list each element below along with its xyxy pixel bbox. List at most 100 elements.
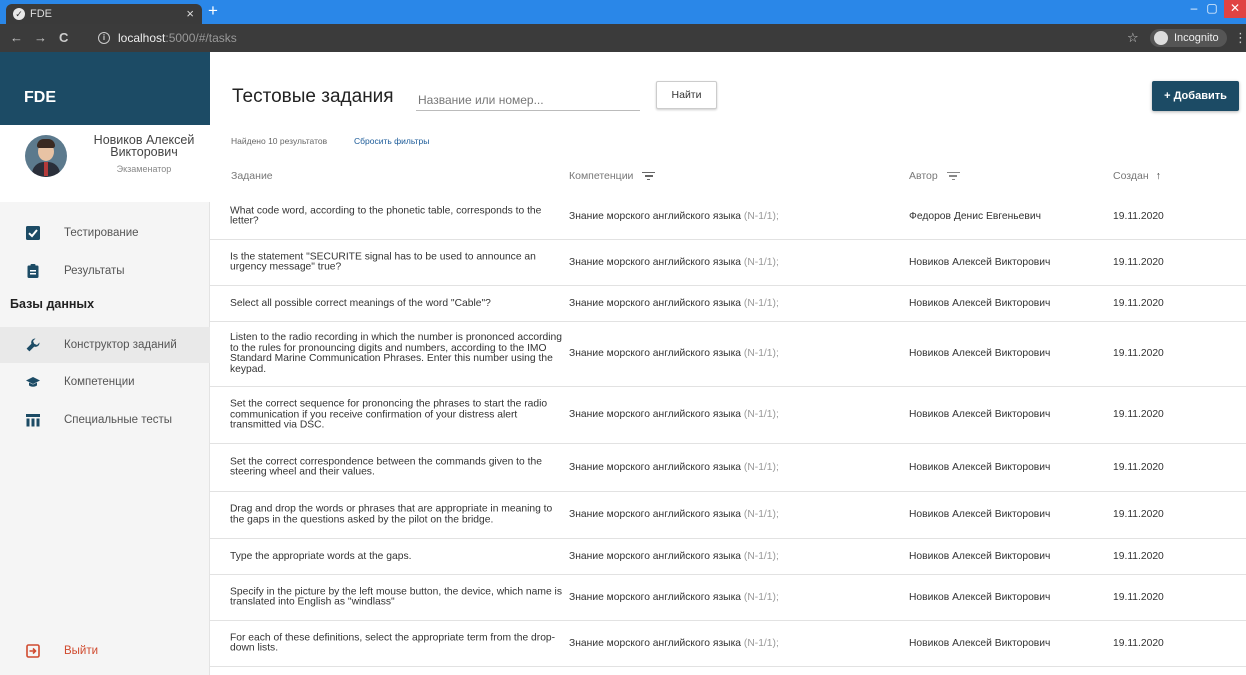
table-icon (26, 414, 40, 427)
tab-close-icon[interactable]: × (186, 4, 194, 24)
author-cell: Новиков Алексей Викторович (909, 508, 1051, 520)
competence-code: (N-1/1); (743, 408, 779, 420)
add-button[interactable]: + Добавить (1152, 81, 1239, 111)
column-header-label: Задание (231, 170, 273, 182)
competence-name: Знание морского английского языка (569, 408, 742, 420)
competence-code: (N-1/1); (743, 550, 779, 562)
competence-code: (N-1/1); (743, 297, 779, 309)
task-cell: Specify in the picture by the left mouse… (230, 586, 562, 608)
table-row[interactable]: For each of these definitions, select th… (210, 621, 1246, 667)
reload-icon[interactable]: C (59, 24, 68, 52)
kebab-menu-icon[interactable]: ⋮ (1234, 24, 1246, 52)
author-cell: Новиков Алексей Викторович (909, 256, 1051, 268)
filter-icon[interactable] (642, 171, 656, 181)
sidebar-item-task-constructor[interactable]: Конструктор заданий (0, 327, 210, 363)
sidebar-item-testing[interactable]: Тестирование (0, 215, 210, 251)
author-cell: Новиков Алексей Викторович (909, 637, 1051, 649)
sidebar: FDE Новиков Алексей Викторович Экзаменат… (0, 52, 210, 675)
column-header-label: Автор (909, 170, 938, 182)
date-cell: 19.11.2020 (1113, 347, 1164, 359)
competence-code: (N-1/1); (743, 637, 779, 649)
competence-code: (N-1/1); (743, 508, 779, 520)
table-row[interactable]: Specify in the picture by the left mouse… (210, 575, 1246, 621)
column-header-task[interactable]: Задание (231, 170, 273, 182)
avatar (25, 135, 67, 177)
competence-name: Знание морского английского языка (569, 297, 742, 309)
competence-name: Знание морского английского языка (569, 591, 742, 603)
sidebar-item-results[interactable]: Результаты (0, 253, 210, 289)
competence-name: Знание морского английского языка (569, 550, 742, 562)
table-row[interactable]: Set the correct sequence for prononcing … (210, 387, 1246, 444)
table-row[interactable]: Select all possible correct meanings of … (210, 286, 1246, 322)
sidebar-item-competencies[interactable]: Компетенции (0, 364, 210, 400)
browser-tab[interactable]: ✓ FDE × (6, 4, 202, 24)
competence-cell: Знание морского английского языка (N-1/1… (569, 298, 899, 309)
sidebar-item-label: Компетенции (64, 376, 135, 388)
competence-code: (N-1/1); (743, 347, 779, 359)
info-icon[interactable]: i (98, 32, 110, 44)
competence-cell: Знание морского английского языка (N-1/1… (569, 551, 899, 562)
competence-code: (N-1/1); (743, 591, 779, 603)
user-name: Новиков Алексей Викторович (93, 133, 195, 159)
task-cell: Is the statement "SECURITE signal has to… (230, 251, 536, 273)
new-tab-icon[interactable]: + (208, 1, 218, 21)
date-cell: 19.11.2020 (1113, 256, 1164, 268)
sidebar-item-special-tests[interactable]: Специальные тесты (0, 402, 210, 438)
section-title-databases: Базы данных (10, 297, 95, 311)
incognito-badge[interactable]: Incognito (1150, 29, 1227, 47)
table-row[interactable]: What code word, according to the phoneti… (210, 194, 1246, 240)
brand-logo[interactable]: FDE (0, 52, 210, 125)
search-input[interactable] (416, 89, 640, 111)
column-header-label: Компетенции (569, 170, 634, 182)
sidebar-item-label: Тестирование (64, 227, 139, 239)
back-icon[interactable]: ← (10, 24, 23, 52)
competence-name: Знание морского английского языка (569, 461, 742, 473)
forward-icon[interactable]: → (34, 24, 47, 52)
competence-code: (N-1/1); (743, 256, 779, 268)
competence-code: (N-1/1); (743, 210, 779, 222)
url-path: :5000/#/tasks (165, 31, 237, 45)
table-row[interactable]: Set the correct correspondence between t… (210, 444, 1246, 492)
bookmark-star-icon[interactable]: ☆ (1127, 24, 1139, 52)
author-cell: Новиков Алексей Викторович (909, 347, 1051, 359)
task-cell: Listen to the radio recording in which t… (230, 332, 562, 375)
column-header-author[interactable]: Автор (909, 170, 960, 182)
task-cell: Select all possible correct meanings of … (230, 297, 491, 309)
wrench-icon (26, 338, 40, 352)
check-circle-icon: ✓ (13, 8, 25, 20)
date-cell: 19.11.2020 (1113, 297, 1164, 309)
url-field[interactable]: localhost:5000/#/tasks (118, 24, 237, 52)
page-header: Тестовые задания Найти + Добавить (210, 52, 1246, 125)
competence-name: Знание морского английского языка (569, 508, 742, 520)
browser-tabbar: ✓ FDE × + – ▢ ✕ (0, 0, 1246, 24)
maximize-icon[interactable]: ▢ (1204, 0, 1220, 18)
logout-label: Выйти (64, 645, 99, 657)
find-button[interactable]: Найти (656, 81, 717, 109)
page-title: Тестовые задания (232, 86, 394, 107)
filter-icon[interactable] (946, 171, 960, 181)
results-count: Найдено 10 результатов (231, 136, 328, 146)
sort-arrow-up-icon[interactable]: ↑ (1156, 170, 1161, 182)
date-cell: 19.11.2020 (1113, 508, 1164, 520)
table-row[interactable]: Drag and drop the words or phrases that … (210, 492, 1246, 539)
sidebar-item-logout[interactable]: Выйти (0, 633, 210, 669)
date-cell: 19.11.2020 (1113, 637, 1164, 649)
competence-code: (N-1/1); (743, 461, 779, 473)
graduation-cap-icon (26, 377, 40, 387)
sidebar-item-label: Результаты (64, 265, 125, 277)
table-row[interactable]: Type the appropriate words at the gaps. … (210, 539, 1246, 575)
tab-title: FDE (30, 8, 52, 20)
column-header-competence[interactable]: Компетенции (569, 170, 656, 182)
column-header-created[interactable]: Создан ↑ (1113, 170, 1161, 182)
minimize-icon[interactable]: – (1186, 0, 1202, 18)
table-row[interactable]: Listen to the radio recording in which t… (210, 322, 1246, 387)
table-row[interactable]: Is the statement "SECURITE signal has to… (210, 240, 1246, 286)
task-cell: For each of these definitions, select th… (230, 632, 556, 654)
task-cell: Drag and drop the words or phrases that … (230, 503, 553, 525)
reset-filters-link[interactable]: Сбросить фильтры (354, 136, 429, 146)
author-cell: Новиков Алексей Викторович (909, 461, 1051, 473)
sidebar-item-label: Специальные тесты (64, 414, 173, 426)
date-cell: 19.11.2020 (1113, 461, 1164, 473)
window-close-icon[interactable]: ✕ (1224, 0, 1246, 18)
sidebar-item-label: Конструктор заданий (64, 339, 177, 351)
